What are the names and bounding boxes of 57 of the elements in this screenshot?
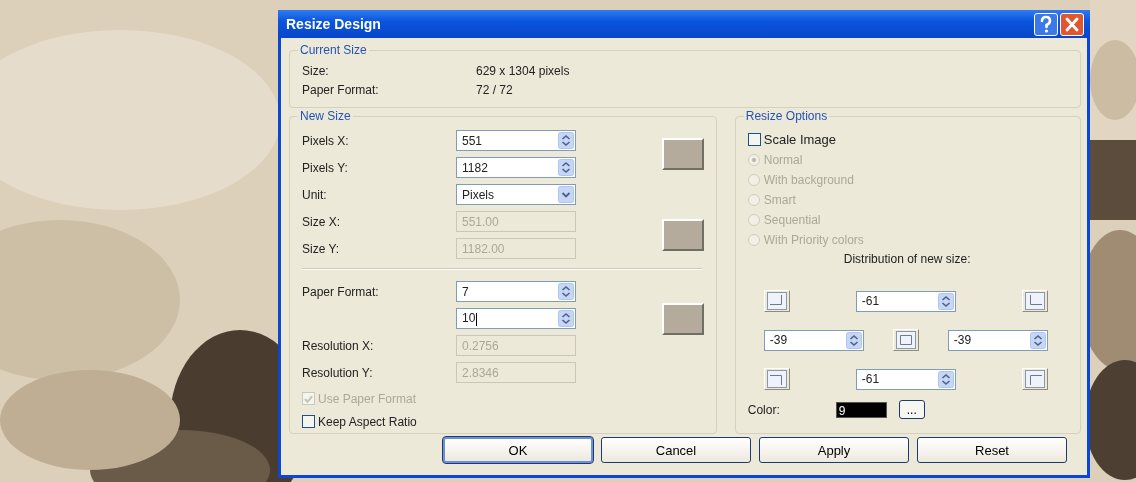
field-label: Size Y: bbox=[302, 241, 341, 256]
anchor-button[interactable] bbox=[892, 329, 919, 351]
dialog-button[interactable]: Cancel bbox=[601, 437, 751, 463]
section-label: Distribution of new size: bbox=[843, 252, 972, 266]
spin-field[interactable]: -39 bbox=[947, 329, 1048, 351]
group-label: Resize Options bbox=[743, 109, 830, 123]
spin-field[interactable]: -61 bbox=[855, 290, 956, 312]
spin-buttons[interactable] bbox=[558, 310, 574, 327]
help-button[interactable] bbox=[1034, 12, 1058, 36]
spin-field[interactable]: -39 bbox=[763, 329, 864, 351]
checkbox[interactable]: Scale Image bbox=[747, 131, 1070, 148]
spin-field[interactable]: 551 bbox=[456, 130, 576, 151]
browse-button[interactable]: ... bbox=[898, 400, 925, 419]
spin-field[interactable]: 1182 bbox=[456, 157, 576, 178]
spin-field[interactable]: -61 bbox=[855, 368, 956, 390]
close-button[interactable] bbox=[1060, 12, 1084, 36]
field-value: 72 / 72 bbox=[476, 82, 514, 99]
anchor-button[interactable] bbox=[1021, 290, 1048, 312]
spin-buttons[interactable] bbox=[937, 370, 954, 388]
spin-buttons[interactable] bbox=[845, 331, 862, 349]
field-label: Size: bbox=[302, 63, 330, 80]
spin-field[interactable]: 7 bbox=[456, 281, 576, 302]
spin-buttons[interactable] bbox=[937, 292, 954, 310]
color-field[interactable]: 9 bbox=[835, 401, 887, 418]
field-label: Paper Format: bbox=[302, 82, 380, 99]
dialog-button[interactable]: Apply bbox=[759, 437, 909, 463]
field-label: Unit: bbox=[302, 187, 328, 202]
field-label: Resolution Y: bbox=[302, 365, 374, 380]
field-value: 629 x 1304 pixels bbox=[476, 63, 571, 80]
window-title: Resize Design bbox=[286, 16, 381, 32]
disabled-field: 551.00 bbox=[456, 211, 576, 232]
dropdown[interactable]: Pixels bbox=[456, 184, 576, 205]
group-label: Current Size bbox=[298, 43, 369, 57]
spin-buttons[interactable] bbox=[558, 159, 574, 176]
swatch-button[interactable] bbox=[661, 219, 704, 251]
disabled-field: 1182.00 bbox=[456, 238, 576, 259]
spin-buttons[interactable] bbox=[558, 132, 574, 149]
spin-field[interactable]: 10 bbox=[456, 308, 576, 329]
field-label: Size X: bbox=[302, 214, 341, 229]
group-label: New Size bbox=[298, 109, 353, 123]
swatch-button[interactable] bbox=[661, 138, 704, 170]
disabled-field: 0.2756 bbox=[456, 335, 576, 356]
checkbox[interactable]: Keep Aspect Ratio bbox=[302, 413, 706, 430]
anchor-button[interactable] bbox=[1021, 368, 1048, 390]
anchor-button[interactable] bbox=[763, 368, 790, 390]
spin-buttons[interactable] bbox=[558, 283, 574, 300]
spin-buttons[interactable] bbox=[1029, 331, 1046, 349]
field-label: Color: bbox=[747, 402, 781, 417]
dialog-button[interactable]: OK bbox=[443, 437, 593, 463]
dialog-button[interactable]: Reset bbox=[917, 437, 1067, 463]
field-label: Pixels X: bbox=[302, 133, 350, 148]
anchor-button[interactable] bbox=[763, 290, 790, 312]
swatch-button[interactable] bbox=[661, 302, 704, 335]
field-label: Paper Format: bbox=[302, 284, 380, 299]
disabled-field: 2.8346 bbox=[456, 362, 576, 383]
field-label: Resolution X: bbox=[302, 338, 375, 353]
field-label: Pixels Y: bbox=[302, 160, 349, 175]
